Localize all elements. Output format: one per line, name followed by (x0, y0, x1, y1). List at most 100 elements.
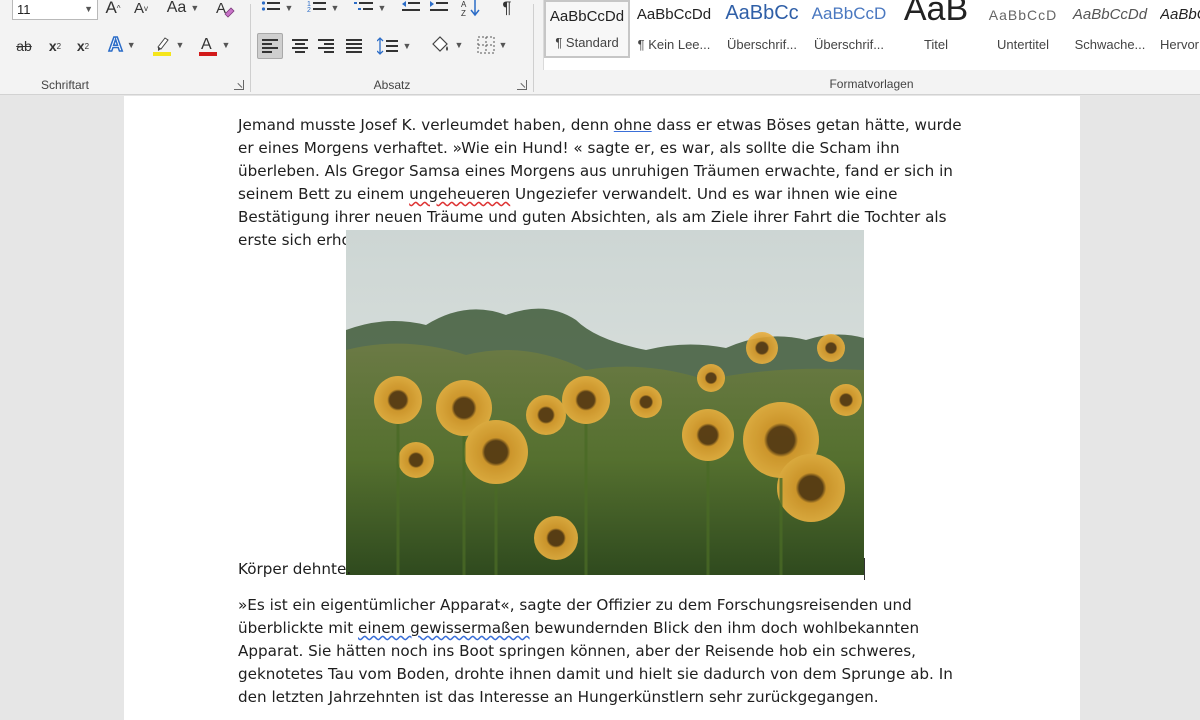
strikethrough-button[interactable]: ab (12, 34, 36, 58)
font-group: 11 ▼ A ^ Av Aa ▼ A ab x2 x2 A ▼ ▼ A ▼ Sc… (0, 0, 250, 95)
style-name: Untertitel (996, 37, 1050, 52)
style-heading-2[interactable]: AaBbCcD Überschrif... (806, 0, 892, 58)
bullets-button[interactable]: ▼ (257, 0, 297, 20)
highlighter-icon (152, 37, 171, 56)
grow-font-icon: A (105, 0, 117, 17)
paragraph-group-label: Absatz (373, 78, 411, 92)
font-size-value: 11 (17, 1, 31, 17)
align-left-button[interactable] (257, 33, 283, 59)
style-name: ¶ Kein Lee... (637, 37, 711, 52)
style-name: Hervor (1160, 37, 1200, 52)
spelling-error-word[interactable]: ungeheueren (409, 185, 510, 203)
text-effects-icon: A (108, 33, 124, 57)
numbering-button[interactable]: 1 2 ▼ (303, 0, 343, 20)
svg-text:A: A (461, 0, 467, 9)
paragraph-2[interactable]: »Es ist ein eigentümlicher Apparat«, sag… (238, 594, 968, 709)
clear-formatting-icon: A (216, 0, 235, 18)
bullet-list-icon (261, 1, 280, 11)
subscript-button[interactable]: x2 (44, 34, 66, 58)
chevron-down-icon: ▼ (190, 3, 200, 13)
style-sample: AaBbCcD (811, 4, 887, 23)
document-page[interactable]: Jemand musste Josef K. verleumdet haben,… (124, 96, 1080, 720)
line-spacing-icon (376, 37, 398, 55)
styles-group-label: Formatvorlagen (829, 77, 914, 91)
superscript-button[interactable]: x2 (72, 34, 94, 58)
change-case-button[interactable]: Aa ▼ (162, 0, 204, 20)
pilcrow-icon: ¶ (502, 0, 512, 17)
show-formatting-marks-button[interactable]: ¶ (497, 0, 517, 20)
chevron-down-icon: ▼ (175, 40, 185, 50)
grammar-flag-word[interactable]: ohne (614, 116, 652, 134)
svg-text:Z: Z (461, 9, 466, 18)
text-effects-button[interactable]: A ▼ (104, 33, 140, 57)
align-left-icon (262, 37, 278, 55)
sunflower-field-image[interactable] (346, 230, 864, 575)
style-title[interactable]: AaB Titel (893, 0, 979, 58)
paragraph-group: ▼ 1 2 ▼ ▼ AZ ¶ ▼ ▼ ▼ Absatz (251, 0, 533, 95)
highlight-color-button[interactable]: ▼ (148, 33, 188, 57)
sort-button[interactable]: AZ (459, 0, 483, 20)
borders-button[interactable]: ▼ (471, 33, 513, 57)
chevron-down-icon: ▼ (284, 3, 294, 13)
chevron-down-icon: ▼ (221, 40, 231, 50)
chevron-down-icon: ▼ (126, 40, 136, 50)
style-name: Schwache... (1074, 37, 1146, 52)
font-color-button[interactable]: A ▼ (194, 33, 234, 57)
chevron-down-icon: ▼ (498, 40, 508, 50)
chevron-down-icon: ▼ (377, 3, 387, 13)
svg-text:A: A (201, 36, 212, 53)
style-kein-leerraum[interactable]: AaBbCcDd ¶ Kein Lee... (631, 0, 717, 58)
decrease-indent-button[interactable] (399, 0, 423, 20)
align-center-icon (292, 37, 308, 55)
after-image-text[interactable]: Körper dehnte. (238, 558, 351, 581)
font-dialog-launcher-icon[interactable] (234, 80, 244, 90)
group-separator (533, 4, 534, 92)
text-cursor (864, 558, 865, 580)
style-name: ¶ Standard (555, 35, 619, 50)
multilevel-list-button[interactable]: ▼ (349, 0, 391, 20)
increase-indent-button[interactable] (427, 0, 451, 20)
align-center-button[interactable] (287, 34, 313, 58)
style-subtitle[interactable]: AaBbCcD Untertitel (980, 0, 1066, 58)
shrink-font-button[interactable]: Av (130, 0, 152, 20)
style-subtle-emphasis[interactable]: AaBbCcDd Schwache... (1067, 0, 1153, 58)
style-sample: AaBbCcDd (1072, 6, 1148, 23)
style-sample: AaBbCcDd (549, 8, 625, 25)
shading-button[interactable]: ▼ (425, 33, 467, 57)
align-right-icon (318, 37, 334, 55)
style-sample: AaB (903, 0, 969, 28)
chevron-down-icon: ▼ (402, 41, 412, 51)
style-heading-1[interactable]: AaBbCc Überschrif... (719, 0, 805, 58)
styles-gallery: AaBbCcDd ¶ Standard AaBbCcDd ¶ Kein Lee.… (543, 0, 1200, 70)
chevron-down-icon: ▼ (84, 4, 93, 14)
style-emphasis[interactable]: AaBbCcDd Hervor (1154, 0, 1200, 58)
svg-text:2: 2 (307, 7, 311, 14)
paint-bucket-icon (431, 36, 448, 52)
style-sample: AaBbCc (725, 2, 799, 24)
font-size-combobox[interactable]: 11 ▼ (12, 0, 98, 20)
justify-icon (346, 37, 362, 55)
style-name: Überschrif... (726, 37, 798, 52)
style-sample: AaBbCcD (988, 7, 1058, 23)
style-name: Titel (923, 37, 949, 52)
numbered-list-icon: 1 2 (307, 1, 326, 14)
style-name: Überschrif... (813, 37, 885, 52)
paragraph-dialog-launcher-icon[interactable] (517, 80, 527, 90)
decrease-indent-icon (402, 1, 420, 11)
align-right-button[interactable] (313, 34, 339, 58)
multilevel-list-icon (353, 2, 373, 10)
clear-formatting-button[interactable]: A (212, 0, 238, 20)
chevron-down-icon: ▼ (330, 3, 340, 13)
grow-font-button[interactable]: A ^ (102, 0, 124, 20)
ribbon: 11 ▼ A ^ Av Aa ▼ A ab x2 x2 A ▼ ▼ A ▼ Sc… (0, 0, 1200, 95)
line-spacing-button[interactable]: ▼ (373, 34, 415, 58)
style-standard[interactable]: AaBbCcDd ¶ Standard (544, 0, 630, 58)
font-group-label: Schriftart (40, 78, 89, 92)
grammar-flag-phrase[interactable]: einem gewissermaßen (358, 619, 530, 637)
change-case-icon: Aa (166, 0, 187, 16)
chevron-down-icon: ▼ (454, 40, 464, 50)
strikethrough-icon: ab (16, 38, 32, 54)
font-color-icon: A (198, 36, 217, 56)
paragraph-text: Jemand musste Josef K. verleumdet haben,… (238, 116, 614, 134)
justify-button[interactable] (341, 34, 367, 58)
